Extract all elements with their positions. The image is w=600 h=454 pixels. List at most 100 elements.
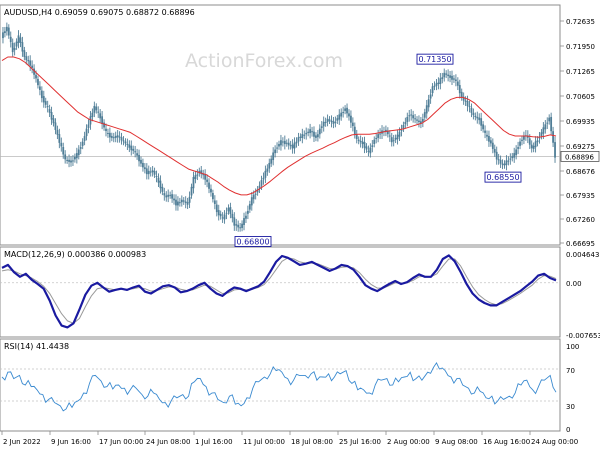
price-candle-body bbox=[62, 147, 65, 155]
price-candle-body bbox=[365, 146, 368, 150]
macd-axis-tick-label: -0.007653 bbox=[566, 332, 600, 340]
price-candle-body bbox=[143, 167, 146, 170]
price-candle-body bbox=[9, 36, 12, 43]
price-candle-body bbox=[359, 140, 362, 143]
price-candle-body bbox=[225, 212, 228, 214]
price-candle-body bbox=[163, 193, 166, 196]
price-candle-body bbox=[509, 158, 512, 160]
price-candle-body bbox=[353, 126, 356, 135]
x-axis-tick-label: 24 Jun 08:00 bbox=[146, 438, 190, 446]
price-candle-body bbox=[132, 148, 135, 151]
x-axis-tick-label: 11 Jul 00:00 bbox=[243, 438, 285, 446]
price-candle-body bbox=[544, 124, 547, 130]
price-candle-body bbox=[340, 112, 343, 117]
price-candle-body bbox=[326, 118, 329, 122]
price-candle-body bbox=[70, 160, 72, 163]
price-candle-body bbox=[493, 148, 496, 153]
price-candle-body bbox=[408, 115, 411, 117]
price-candle-body bbox=[25, 56, 28, 61]
price-candle-body bbox=[377, 134, 380, 138]
price-candle-body bbox=[351, 122, 354, 127]
x-axis-tick-label: 16 Aug 16:00 bbox=[483, 438, 530, 446]
price-candle-body bbox=[316, 134, 319, 138]
price-candle-body bbox=[221, 217, 224, 219]
price-candle-body bbox=[246, 210, 249, 214]
price-candle-body bbox=[157, 177, 160, 183]
price-candle-body bbox=[31, 65, 34, 68]
price-candle-body bbox=[396, 134, 399, 140]
price-candle-body bbox=[245, 215, 247, 219]
price-candle-body bbox=[324, 121, 327, 123]
x-axis-tick-label: 25 Jul 16:00 bbox=[339, 438, 381, 446]
price-candle-body bbox=[231, 213, 234, 219]
price-candle-body bbox=[254, 193, 257, 195]
x-axis-tick-label: 1 Jul 16:00 bbox=[195, 438, 233, 446]
price-candle-body bbox=[60, 142, 63, 147]
price-candle-body bbox=[235, 224, 238, 226]
price-candle-body bbox=[72, 160, 74, 162]
price-candle-body bbox=[208, 182, 210, 189]
price-candle-body bbox=[280, 140, 282, 146]
price-candle-body bbox=[165, 195, 168, 198]
price-candle-body bbox=[204, 174, 207, 180]
price-candle-body bbox=[175, 199, 177, 206]
price-axis-tick-label: 0.72635 bbox=[566, 18, 595, 26]
price-axis-tick-label: 0.67260 bbox=[566, 216, 595, 224]
price-candle-body bbox=[528, 138, 531, 145]
price-candle-body bbox=[398, 131, 401, 137]
price-candle-body bbox=[338, 114, 341, 120]
price-candle-body bbox=[513, 153, 516, 158]
price-candle-body bbox=[110, 136, 113, 138]
price-candle-body bbox=[97, 111, 100, 113]
price-candle-body bbox=[173, 198, 175, 201]
price-candle-body bbox=[177, 201, 179, 206]
price-candle-body bbox=[299, 136, 302, 138]
price-candle-body bbox=[303, 134, 306, 136]
price-candle-body bbox=[54, 122, 57, 130]
price-candle-body bbox=[206, 179, 208, 182]
price-candle-body bbox=[237, 224, 240, 228]
price-panel bbox=[0, 4, 561, 246]
price-candle-body bbox=[124, 141, 127, 144]
price-candle-body bbox=[291, 144, 294, 149]
price-candle-body bbox=[371, 145, 374, 147]
price-candle-body bbox=[120, 137, 123, 141]
price-candle-body bbox=[266, 168, 269, 172]
price-candle-body bbox=[546, 122, 549, 124]
price-candle-body bbox=[530, 144, 533, 149]
price-candle-body bbox=[406, 116, 409, 122]
price-candle-body bbox=[305, 132, 308, 135]
price-candle-body bbox=[334, 121, 337, 123]
price-annotation-label: 0.68550 bbox=[484, 171, 522, 183]
price-candle-body bbox=[511, 156, 514, 159]
price-candle-body bbox=[523, 135, 525, 140]
price-candle-body bbox=[287, 142, 290, 146]
price-candle-body bbox=[456, 81, 459, 86]
price-candle-body bbox=[35, 74, 37, 79]
price-candle-body bbox=[194, 175, 197, 179]
annotation-text: 0.71350 bbox=[418, 55, 451, 64]
price-candle-body bbox=[95, 106, 98, 111]
price-candle-body bbox=[122, 140, 125, 142]
price-candle-body bbox=[103, 122, 105, 128]
price-candle-body bbox=[215, 204, 218, 213]
chart-window: ActionForex.com AUDUSD,H4 0.69059 0.6907… bbox=[0, 0, 600, 450]
price-candle-body bbox=[421, 118, 424, 122]
x-axis-tick-label: 2 Jun 2022 bbox=[3, 438, 41, 446]
price-candle-body bbox=[435, 83, 438, 86]
price-candle-body bbox=[307, 131, 310, 133]
price-candle-body bbox=[315, 135, 317, 138]
price-candle-body bbox=[375, 137, 378, 140]
price-candle-body bbox=[101, 116, 104, 124]
price-candle-body bbox=[425, 105, 428, 114]
price-candle-body bbox=[46, 106, 49, 108]
price-axis-tick-label: 0.69275 bbox=[566, 143, 595, 151]
price-candle-body bbox=[29, 60, 32, 66]
rsi-axis-tick-label: 70 bbox=[566, 367, 575, 375]
price-panel-title: AUDUSD,H4 0.69059 0.69075 0.68872 0.6889… bbox=[4, 8, 195, 17]
price-candle-body bbox=[252, 194, 255, 200]
price-candle-body bbox=[248, 204, 251, 210]
price-candle-body bbox=[188, 196, 191, 203]
price-candle-body bbox=[400, 130, 403, 132]
price-axis-tick-label: 0.66695 bbox=[566, 240, 595, 248]
